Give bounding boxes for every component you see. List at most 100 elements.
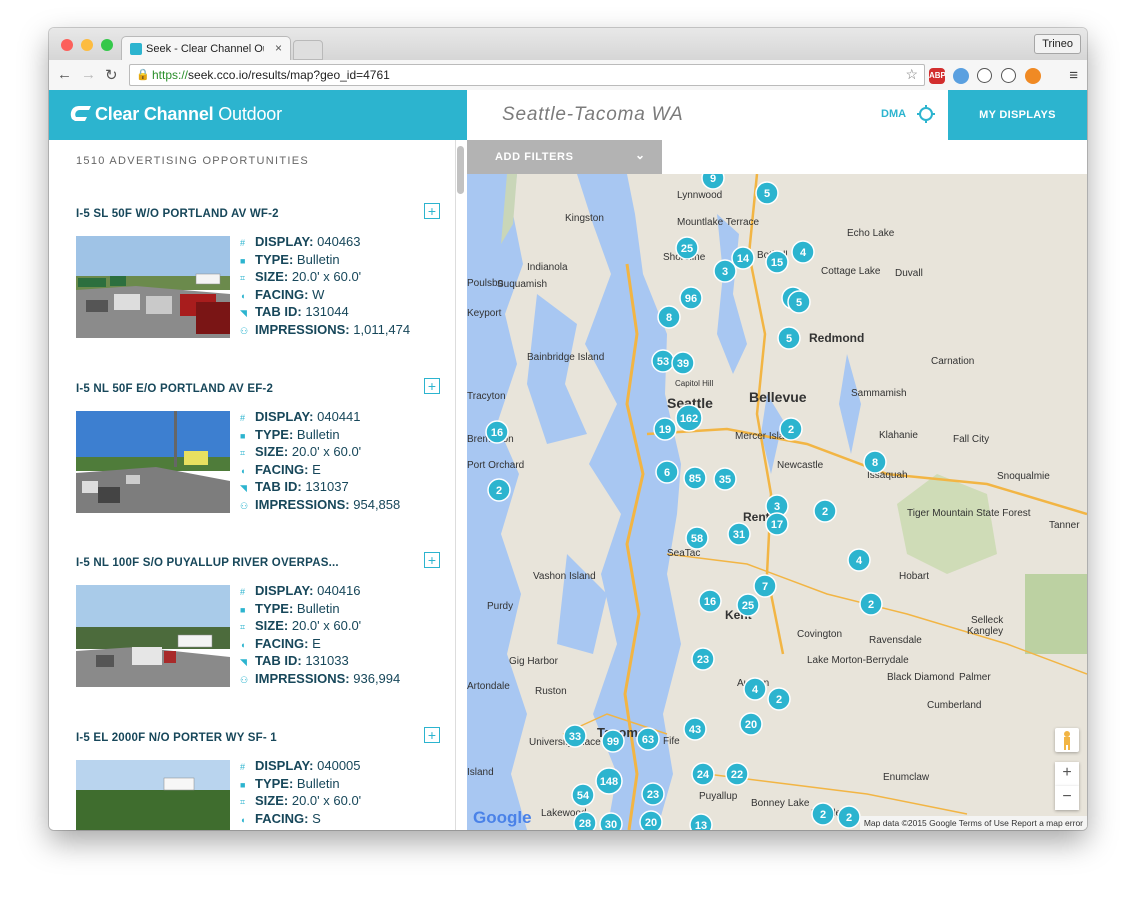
add-to-displays-icon[interactable]: +: [424, 552, 440, 568]
listing-title[interactable]: I-5 NL 50F E/O PORTLAND AV EF-2: [76, 383, 273, 395]
map-cluster-marker[interactable]: 13: [689, 813, 713, 830]
map-cluster-marker[interactable]: 9: [701, 174, 725, 190]
add-to-displays-icon[interactable]: +: [424, 378, 440, 394]
map-cluster-marker[interactable]: 3: [713, 259, 737, 283]
street-view-pegman-icon[interactable]: [1055, 728, 1079, 752]
map-cluster-marker[interactable]: 5: [755, 181, 779, 205]
map-cluster-marker[interactable]: 39: [671, 351, 695, 375]
reload-icon[interactable]: ↻: [105, 66, 118, 84]
add-to-displays-icon[interactable]: +: [424, 727, 440, 743]
listing-card[interactable]: I-5 NL 50F E/O PORTLAND AV EF-2 + # DISPL…: [76, 378, 446, 543]
map-cluster-marker[interactable]: 6: [655, 460, 679, 484]
map-cluster-marker[interactable]: 43: [683, 717, 707, 741]
listing-title[interactable]: I-5 SL 50F W/O PORTLAND AV WF-2: [76, 208, 279, 220]
map-cluster-marker[interactable]: 4: [847, 548, 871, 572]
map-cluster-marker[interactable]: 24: [691, 762, 715, 786]
extension-v-icon[interactable]: [953, 68, 969, 84]
map-cluster-marker[interactable]: 2: [779, 417, 803, 441]
map-place-label: Purdy: [487, 601, 513, 612]
listing-photo[interactable]: [76, 585, 230, 687]
map-cluster-marker[interactable]: 53: [651, 349, 675, 373]
map-cluster-marker[interactable]: 20: [639, 810, 663, 830]
listing-card[interactable]: I-5 EL 2000F N/O PORTER WY SF- 1 + # DISP…: [76, 727, 446, 830]
map-cluster-marker[interactable]: 28: [573, 811, 597, 830]
map-cluster-marker[interactable]: 8: [863, 450, 887, 474]
map-cluster-marker[interactable]: 5: [787, 290, 811, 314]
add-to-displays-icon[interactable]: +: [424, 203, 440, 219]
maximize-window-button[interactable]: [101, 39, 113, 51]
my-displays-button[interactable]: MY DISPLAYS: [948, 90, 1087, 140]
map-cluster-marker[interactable]: 5: [777, 326, 801, 350]
map-cluster-marker[interactable]: 8: [657, 305, 681, 329]
close-window-button[interactable]: [61, 39, 73, 51]
map-cluster-marker[interactable]: 96: [679, 286, 703, 310]
map-cluster-marker[interactable]: 31: [727, 522, 751, 546]
map-cluster-marker[interactable]: 17: [765, 512, 789, 536]
forward-arrow-icon[interactable]: →: [81, 66, 96, 83]
listing-card[interactable]: I-5 SL 50F W/O PORTLAND AV WF-2 + # DISPL…: [76, 203, 446, 368]
map-cluster-marker[interactable]: 7: [753, 574, 777, 598]
brand-bar[interactable]: Clear Channel Outdoor: [49, 90, 467, 140]
map-cluster-marker[interactable]: 16: [485, 420, 509, 444]
map-cluster-marker[interactable]: 15: [765, 250, 789, 274]
listing-title[interactable]: I-5 NL 100F S/O PUYALLUP RIVER OVERPAS..…: [76, 557, 339, 569]
map-cluster-marker[interactable]: 20: [739, 712, 763, 736]
map-cluster-marker[interactable]: 2: [813, 499, 837, 523]
map-cluster-marker[interactable]: 4: [791, 240, 815, 264]
hamburger-menu-icon[interactable]: ≡: [1069, 67, 1078, 84]
map-cluster-marker[interactable]: 25: [675, 236, 699, 260]
listing-card[interactable]: I-5 NL 100F S/O PUYALLUP RIVER OVERPAS..…: [76, 552, 446, 717]
map-cluster-marker[interactable]: 25: [736, 593, 760, 617]
zoom-in-button[interactable]: +: [1055, 762, 1079, 786]
map-cluster-marker[interactable]: 22: [725, 762, 749, 786]
listing-photo[interactable]: [76, 760, 230, 830]
crosshair-target-icon[interactable]: [917, 105, 935, 123]
map-cluster-marker[interactable]: 63: [636, 727, 660, 751]
adblock-extension-icon[interactable]: ABP: [929, 68, 946, 84]
bookmark-star-icon[interactable]: ☆: [905, 64, 918, 84]
map-place-label: Suquamish: [497, 279, 547, 290]
map-cluster-marker[interactable]: 58: [685, 526, 709, 550]
map-canvas[interactable]: LynnwoodMountlake TerraceKingstonShoreli…: [467, 174, 1087, 830]
map-cluster-marker[interactable]: 54: [571, 783, 595, 807]
extension-info-icon[interactable]: [977, 68, 992, 83]
map-cluster-marker[interactable]: 99: [601, 729, 625, 753]
map-cluster-marker[interactable]: 23: [641, 782, 665, 806]
map-cluster-marker[interactable]: 2: [811, 802, 835, 826]
map-cluster-marker[interactable]: 23: [691, 647, 715, 671]
listing-photo[interactable]: [76, 236, 230, 338]
map-cluster-marker[interactable]: 2: [487, 478, 511, 502]
zoom-out-button[interactable]: −: [1055, 786, 1079, 810]
map-cluster-marker[interactable]: 16: [698, 589, 722, 613]
people-icon: ⚇: [240, 674, 249, 685]
tab-close-icon[interactable]: ×: [275, 41, 282, 55]
browser-tab[interactable]: Seek - Clear Channel Outd ×: [121, 36, 291, 61]
map-cluster-marker[interactable]: 19: [653, 417, 677, 441]
map-cluster-marker[interactable]: 148: [595, 767, 623, 795]
add-filters-dropdown[interactable]: ADD FILTERS ⌄: [467, 140, 662, 174]
map-attribution[interactable]: Map data ©2015 Google Terms of Use Repor…: [859, 816, 1087, 830]
back-arrow-icon[interactable]: ←: [57, 66, 72, 83]
map-cluster-marker[interactable]: 2: [837, 805, 861, 829]
listing-title[interactable]: I-5 EL 2000F N/O PORTER WY SF- 1: [76, 732, 277, 744]
minimize-window-button[interactable]: [81, 39, 93, 51]
map-cluster-marker[interactable]: 2: [767, 687, 791, 711]
map-cluster-marker[interactable]: 35: [713, 467, 737, 491]
map-place-label: Gig Harbor: [509, 656, 559, 667]
sidebar-scrollbar[interactable]: [457, 146, 464, 194]
map-cluster-marker[interactable]: 4: [743, 677, 767, 701]
dma-label[interactable]: DMA: [881, 108, 906, 120]
map-overlay[interactable]: LynnwoodMountlake TerraceKingstonShoreli…: [467, 174, 1087, 830]
map-cluster-marker[interactable]: 162: [675, 404, 703, 432]
address-bar[interactable]: 🔒 https://seek.cco.io/results/map?geo_id…: [129, 64, 925, 86]
map-cluster-marker[interactable]: 85: [683, 466, 707, 490]
map-cluster-marker[interactable]: 30: [599, 812, 623, 830]
profile-button[interactable]: Trineo: [1034, 34, 1081, 54]
extension-sync-icon[interactable]: [1001, 68, 1016, 83]
new-tab-button[interactable]: [293, 40, 323, 60]
extension-eye-icon[interactable]: [1025, 68, 1041, 84]
listing-photo[interactable]: [76, 411, 230, 513]
people-icon: ⚇: [240, 325, 249, 336]
map-cluster-marker[interactable]: 33: [563, 724, 587, 748]
map-cluster-marker[interactable]: 2: [859, 592, 883, 616]
